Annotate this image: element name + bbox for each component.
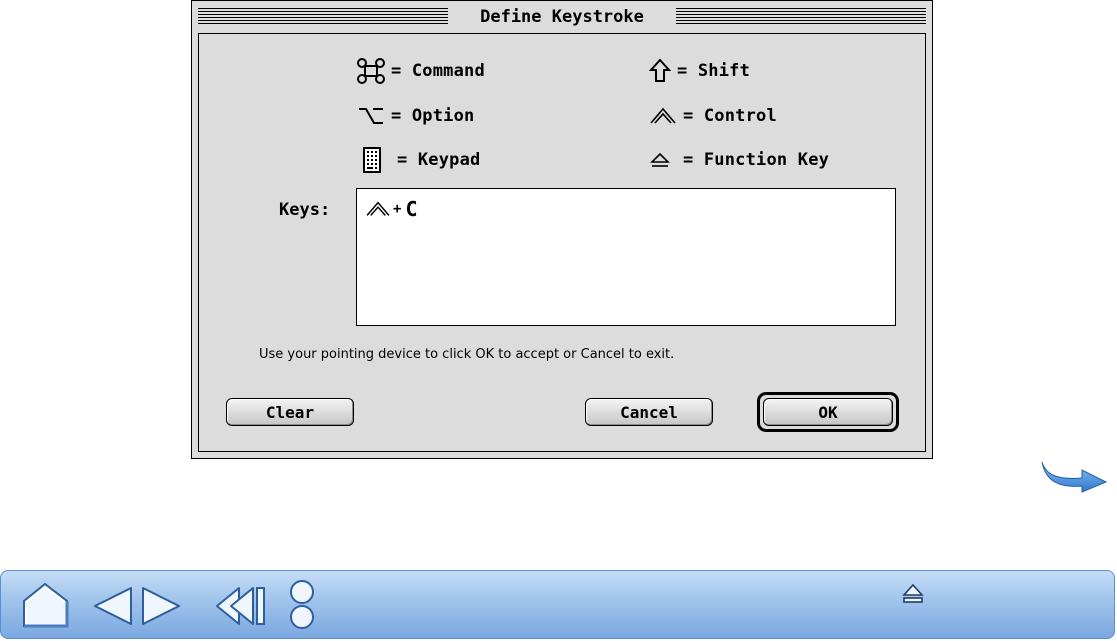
legend-command: = Command: [357, 58, 485, 84]
legend-function-key: = Function Key: [649, 148, 829, 172]
keys-label: Keys:: [279, 200, 331, 220]
legend-function-key-label: = Function Key: [683, 150, 830, 170]
legend-keypad: = Keypad: [361, 147, 481, 173]
define-keystroke-dialog: Define Keystroke = Command = Shift = Opt…: [191, 0, 933, 459]
instruction-text: Use your pointing device to click OK to …: [259, 347, 675, 362]
keys-value: + C: [365, 197, 417, 221]
command-icon: [357, 58, 385, 84]
ok-button[interactable]: OK: [763, 398, 893, 426]
legend-option-label: = Option: [391, 106, 475, 126]
control-icon: [650, 107, 676, 124]
keypad-icon: [363, 147, 381, 173]
keys-letter: C: [405, 197, 418, 221]
cancel-button[interactable]: Cancel: [585, 398, 713, 426]
option-icon: [359, 108, 383, 124]
next-page-arrow-icon[interactable]: [1038, 458, 1110, 494]
legend-shift: = Shift: [649, 58, 751, 83]
next-page-icon[interactable]: [139, 585, 183, 627]
legend-command-label: = Command: [391, 61, 485, 81]
previous-page-icon[interactable]: [91, 585, 135, 627]
dialog-content: = Command = Shift = Option = Control = K…: [198, 33, 926, 452]
navigation-bar: [0, 570, 1115, 639]
back-icon[interactable]: [215, 585, 269, 627]
home-icon[interactable]: [21, 581, 73, 629]
legend-option: = Option: [357, 104, 474, 128]
keys-field[interactable]: + C: [356, 188, 896, 326]
dialog-title: Define Keystroke: [192, 4, 932, 30]
keys-plus: +: [393, 201, 402, 217]
shift-icon: [649, 58, 671, 82]
legend-shift-label: = Shift: [677, 61, 751, 81]
dialog-titlebar[interactable]: Define Keystroke: [192, 1, 932, 33]
control-icon: [366, 201, 390, 216]
legend-control-label: = Control: [683, 106, 777, 126]
legend-keypad-label: = Keypad: [397, 150, 481, 170]
clear-button[interactable]: Clear: [226, 398, 354, 426]
eject-icon[interactable]: [901, 583, 925, 605]
pages-icon[interactable]: [285, 579, 319, 631]
legend-control: = Control: [649, 104, 777, 128]
function-key-icon: [650, 152, 670, 167]
